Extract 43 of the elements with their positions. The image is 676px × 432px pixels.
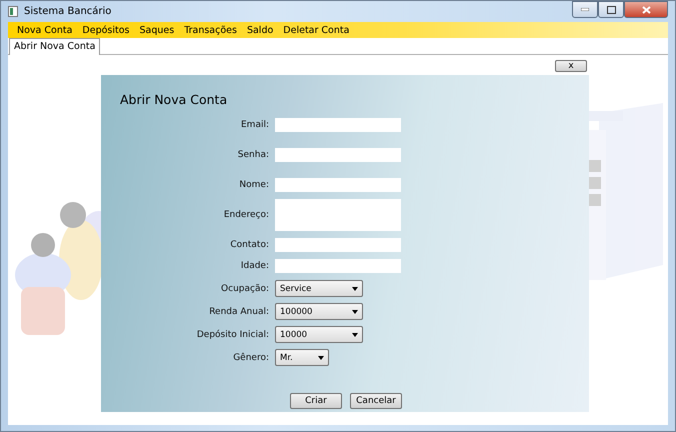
field-label: Senha:	[236, 150, 269, 160]
menu-item[interactable]: Depósitos	[77, 24, 134, 36]
menu-item[interactable]: Nova Conta	[12, 24, 78, 36]
field-label: Email:	[240, 120, 269, 130]
field-label: Nome:	[238, 180, 269, 190]
dropdown[interactable]: Mr.	[275, 349, 329, 366]
close-icon	[642, 6, 650, 14]
caret-icon	[352, 332, 358, 336]
form-title: Abrir Nova Conta	[120, 92, 228, 107]
input-field[interactable]	[275, 148, 401, 162]
minimize-icon	[581, 8, 589, 11]
caret-icon	[352, 310, 358, 314]
input-field[interactable]	[275, 238, 401, 252]
field-label: Endereço:	[222, 210, 269, 220]
app-icon	[8, 6, 18, 17]
input-field[interactable]	[275, 178, 401, 192]
field-label: Renda Anual:	[208, 306, 269, 316]
input-field[interactable]	[275, 259, 401, 273]
maximize-button[interactable]	[598, 1, 624, 18]
field-label: Depósito Inicial:	[196, 330, 269, 340]
caret-icon	[352, 286, 358, 290]
input-field[interactable]	[275, 118, 401, 132]
menu-item[interactable]: Transações	[179, 24, 242, 36]
close-panel-button[interactable]: x	[555, 60, 587, 72]
caret-icon	[318, 356, 324, 360]
input-field[interactable]	[275, 199, 401, 231]
tab[interactable]: Abrir Nova Conta	[9, 38, 100, 55]
form-button[interactable]: Criar	[290, 393, 342, 409]
field-label: Idade:	[240, 261, 269, 271]
window-title: Sistema Bancário	[24, 6, 112, 17]
field-label: Gênero:	[232, 352, 269, 362]
dropdown[interactable]: 10000	[275, 326, 363, 343]
dropdown[interactable]: Service	[275, 280, 363, 297]
dropdown[interactable]: 100000	[275, 303, 363, 320]
field-label: Contato:	[229, 240, 269, 250]
form-button[interactable]: Cancelar	[350, 393, 402, 409]
close-button[interactable]	[624, 1, 668, 18]
field-label: Ocupação:	[220, 284, 269, 294]
menu-item[interactable]: Deletar Conta	[278, 24, 354, 36]
menu-item[interactable]: Saldo	[242, 24, 278, 36]
menu-item[interactable]: Saques	[134, 24, 180, 36]
minimize-button[interactable]	[572, 1, 598, 18]
maximize-icon	[606, 6, 616, 14]
